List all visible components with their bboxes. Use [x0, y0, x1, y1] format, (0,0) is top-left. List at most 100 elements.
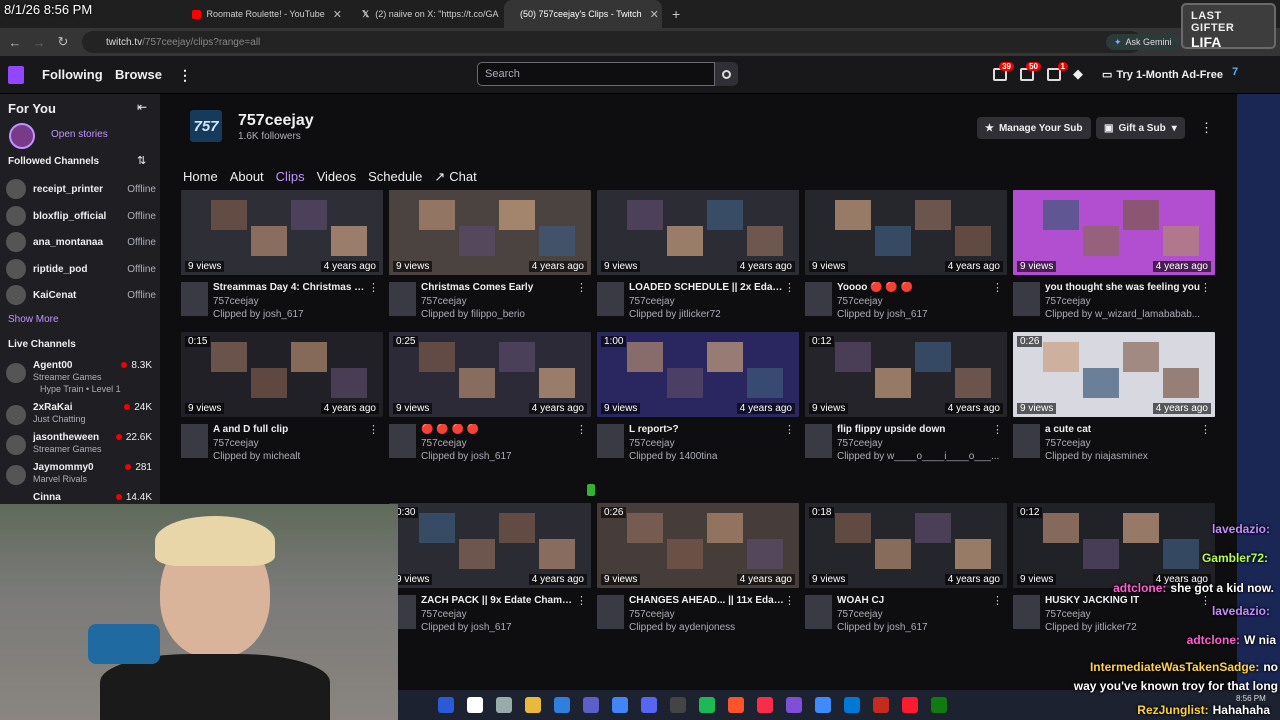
open-stories-link[interactable]: Open stories — [51, 129, 108, 140]
clip-channel[interactable]: 757ceejay — [837, 438, 883, 449]
more-icon[interactable]: ⋮ — [178, 67, 192, 84]
clip-title[interactable]: 🔴 🔴 🔴 🔴 — [421, 424, 576, 435]
tab-schedule[interactable]: Schedule — [368, 169, 422, 189]
channel-avatar[interactable] — [181, 282, 208, 316]
live-channel[interactable]: 2xRaKai 24K Just Chatting — [6, 402, 154, 428]
clip-thumbnail[interactable]: 9 views 4 years ago — [597, 190, 799, 275]
clip-title[interactable]: Christmas Comes Early — [421, 282, 576, 293]
chat-username[interactable]: adtclone: — [1187, 633, 1240, 647]
tab-clips[interactable]: Clips — [276, 169, 305, 189]
clip-title[interactable]: LOADED SCHEDULE || 2x Edate ... — [629, 282, 784, 293]
channel-avatar[interactable] — [1013, 282, 1040, 316]
chat-username[interactable]: RezJunglist: — [1137, 703, 1208, 717]
tab-chat[interactable]: ↗ Chat — [434, 169, 488, 189]
live-channel[interactable]: Agent00 8.3K Streamer Games Hype Train • Le… — [6, 360, 154, 396]
collapse-icon[interactable]: ⇤ — [137, 100, 147, 114]
channel-avatar[interactable] — [181, 424, 208, 458]
back-icon[interactable]: ← — [3, 35, 27, 50]
close-icon[interactable]: ✕ — [642, 8, 659, 21]
clip-thumbnail[interactable]: 9 views 4 years ago — [805, 190, 1007, 275]
followed-channel[interactable]: bloxflip_official Offline — [6, 205, 156, 227]
clip-card[interactable]: 0:18 9 views 4 years ago WOAH CJ 757ceejay Cl… — [805, 503, 1007, 663]
vscode-icon[interactable] — [554, 697, 570, 713]
clip-title[interactable]: CHANGES AHEAD... || 11x Edate ... — [629, 595, 784, 606]
chat-username[interactable]: IntermediateWasTakenSadge: — [1090, 660, 1259, 674]
clip-channel[interactable]: 757ceejay — [629, 438, 675, 449]
start-icon[interactable] — [438, 697, 454, 713]
clip-title[interactable]: A and D full clip — [213, 424, 368, 435]
clip-thumbnail[interactable]: 9 views 4 years ago — [389, 190, 591, 275]
channel-avatar[interactable] — [1013, 595, 1040, 629]
channel-avatar[interactable] — [597, 282, 624, 316]
spotify-icon[interactable] — [699, 697, 715, 713]
more-options-icon[interactable]: ⋮ — [368, 423, 379, 436]
clip-thumbnail[interactable]: 0:18 9 views 4 years ago — [805, 503, 1007, 588]
more-options-icon[interactable]: ⋮ — [992, 423, 1003, 436]
clip-channel[interactable]: 757ceejay — [1045, 296, 1091, 307]
clip-card[interactable]: 9 views 4 years ago you thought she was fe… — [1013, 190, 1215, 350]
channel-logo[interactable]: 757 — [190, 110, 222, 142]
clip-card[interactable]: 0:12 9 views 4 years ago flip flippy upside… — [805, 332, 1007, 492]
clip-channel[interactable]: 757ceejay — [837, 609, 883, 620]
clip-card[interactable]: 9 views 4 years ago Christmas Comes Early 7… — [389, 190, 591, 350]
clip-thumbnail[interactable]: 9 views 4 years ago — [181, 190, 383, 275]
more-options-icon[interactable]: ⋮ — [992, 281, 1003, 294]
clip-title[interactable]: HUSKY JACKING IT — [1045, 595, 1200, 606]
clip-card[interactable]: 0:25 9 views 4 years ago 🔴 🔴 🔴 🔴 757ceejay Cl… — [389, 332, 591, 492]
clip-card[interactable]: 9 views 4 years ago Yoooo 🔴 🔴 🔴 757ceejay Cl… — [805, 190, 1007, 350]
clip-title[interactable]: Yoooo 🔴 🔴 🔴 — [837, 282, 992, 293]
search-icon[interactable] — [467, 697, 483, 713]
followed-channel[interactable]: ana_montanaa Offline — [6, 231, 156, 253]
folder-icon[interactable] — [525, 697, 541, 713]
bits-icon[interactable]: ◆ — [1073, 66, 1083, 82]
clip-channel[interactable]: 757ceejay — [1045, 438, 1091, 449]
search-button[interactable] — [715, 62, 738, 86]
clip-card[interactable]: 0:15 9 views 4 years ago A and D full clip 7… — [181, 332, 383, 492]
channel-avatar[interactable] — [597, 424, 624, 458]
clip-title[interactable]: a cute cat — [1045, 424, 1200, 435]
twitch-logo-icon[interactable] — [8, 66, 24, 84]
tab-videos[interactable]: Videos — [317, 169, 357, 189]
music-icon[interactable] — [757, 697, 773, 713]
clip-thumbnail[interactable]: 0:15 9 views 4 years ago — [181, 332, 383, 417]
obs-icon[interactable] — [670, 697, 686, 713]
reload-icon[interactable]: ↻ — [51, 34, 75, 50]
live-channel[interactable]: Jaymommy0 281 Marvel Rivals — [6, 462, 154, 488]
new-tab-button[interactable]: + — [672, 6, 680, 22]
clip-channel[interactable]: 757ceejay — [1045, 609, 1091, 620]
teams-icon[interactable] — [583, 697, 599, 713]
url-field[interactable]: twitch.tv/757ceejay/clips?range=all ☆ — [82, 31, 1142, 53]
close-icon[interactable]: ✕ — [325, 8, 342, 21]
channel-avatar[interactable] — [597, 595, 624, 629]
live-channel[interactable]: Cinna 14.4K — [6, 492, 154, 504]
browser-tab-twitch[interactable]: (50) 757ceejay's Clips - Twitch ✕ — [504, 0, 662, 28]
ask-gemini-button[interactable]: ✦ Ask Gemini — [1106, 34, 1180, 50]
sort-icon[interactable]: ⇅ — [137, 154, 146, 167]
followed-channel[interactable]: KaiCenat Offline — [6, 284, 156, 306]
more-options-icon[interactable]: ⋮ — [576, 423, 587, 436]
clip-thumbnail[interactable]: 0:25 9 views 4 years ago — [389, 332, 591, 417]
more-options-icon[interactable]: ⋮ — [368, 281, 379, 294]
clip-channel[interactable]: 757ceejay — [421, 609, 467, 620]
chat-username[interactable]: adtclone: — [1113, 581, 1166, 595]
clip-card[interactable]: 9 views 4 years ago LOADED SCHEDULE || 2x … — [597, 190, 799, 350]
inbox-icon[interactable]: 50 — [1020, 62, 1041, 81]
more-options-icon[interactable]: ⋮ — [992, 594, 1003, 607]
clip-thumbnail[interactable]: 0:12 9 views 4 years ago — [805, 332, 1007, 417]
browse-link[interactable]: Browse — [115, 67, 162, 82]
following-link[interactable]: Following — [42, 67, 103, 82]
clip-title[interactable]: Streammas Day 4: Christmas Ca... — [213, 282, 368, 293]
clip-channel[interactable]: 757ceejay — [837, 296, 883, 307]
opera-icon[interactable] — [902, 697, 918, 713]
clip-card[interactable]: 0:30 9 views 4 years ago ZACH PACK || 9x Ed… — [389, 503, 591, 663]
clip-card[interactable]: 1:00 9 views 4 years ago L report>? 757ceeja… — [597, 332, 799, 492]
taskview-icon[interactable] — [496, 697, 512, 713]
stories-avatar[interactable] — [9, 123, 35, 149]
tab-home[interactable]: Home — [183, 169, 218, 189]
chrome-icon[interactable] — [612, 697, 628, 713]
chat-username[interactable]: lavedazio: — [1212, 522, 1270, 536]
user-avatar[interactable]: 7 — [1232, 66, 1246, 82]
forward-icon[interactable]: → — [27, 35, 51, 50]
clip-thumbnail[interactable]: 1:00 9 views 4 years ago — [597, 332, 799, 417]
whispers-icon[interactable]: 1 — [1047, 62, 1068, 81]
